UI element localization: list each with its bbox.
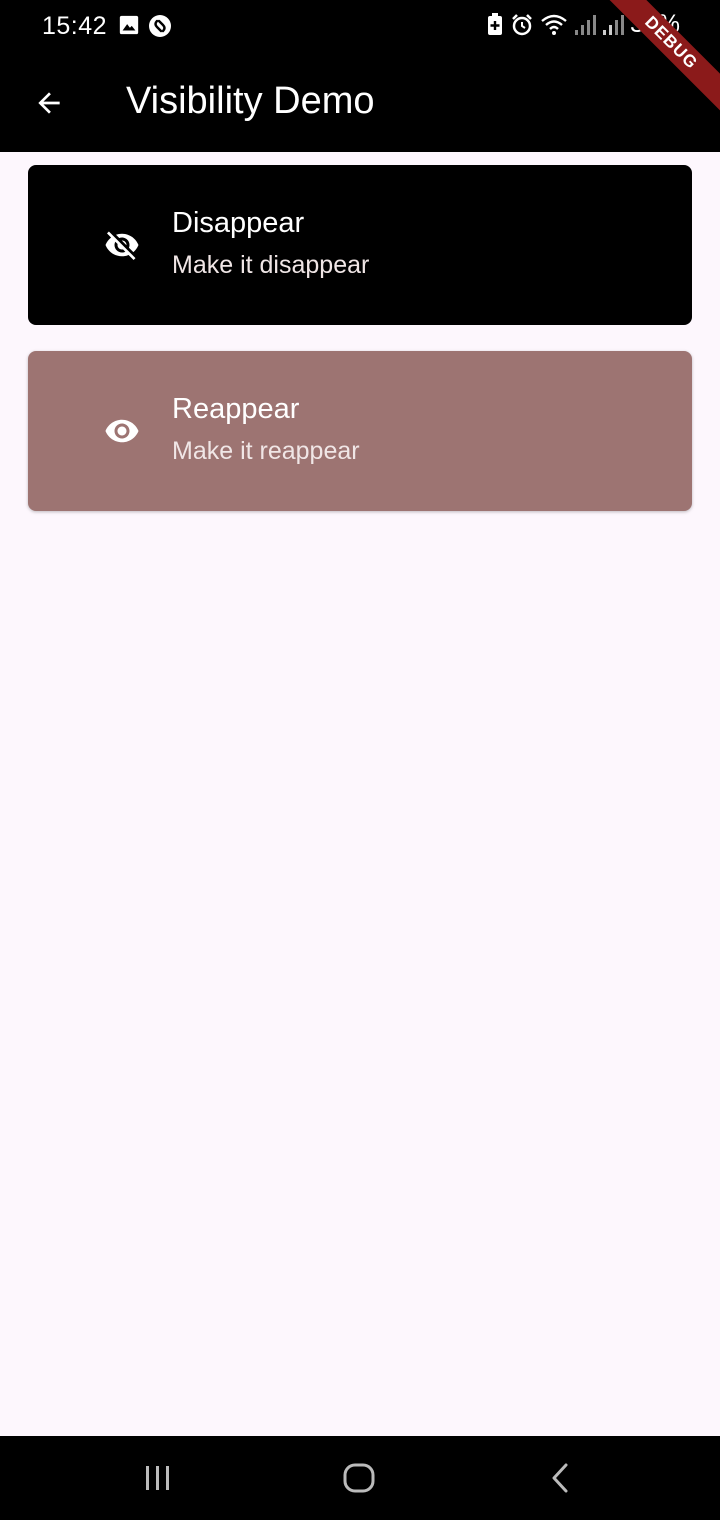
visibility-off-icon [105,231,139,260]
battery-saver-icon [487,12,502,35]
back-icon [552,1463,568,1493]
back-button[interactable] [26,80,72,126]
visibility-icon [105,419,139,443]
status-time: 15:42 [42,12,108,40]
nav-back-button[interactable] [537,1456,585,1500]
recents-icon [146,1466,169,1490]
card-subtitle: Make it reappear [172,437,360,465]
shazam-icon [149,15,171,37]
image-icon [119,15,139,35]
recents-button[interactable] [134,1456,182,1500]
system-navigation-bar [0,1436,720,1520]
battery-percentage: 39% [629,10,680,38]
status-bar: 15:42 39% [0,0,720,54]
home-button[interactable] [335,1456,383,1500]
reappear-card[interactable]: Reappear Make it reappear [28,351,692,511]
wifi-icon [541,14,567,35]
status-system-icons: 39% [486,10,680,39]
alarm-icon [512,13,532,35]
app-bar: Visibility Demo [0,54,720,152]
arrow-back-icon [38,92,60,114]
signal-icon [574,14,596,35]
signal-icon [602,14,624,35]
card-title: Reappear [172,393,300,425]
page-title: Visibility Demo [126,80,375,122]
card-title: Disappear [172,207,305,239]
disappear-card[interactable]: Disappear Make it disappear [28,165,692,325]
card-subtitle: Make it disappear [172,251,370,279]
status-notification-icons [118,14,172,38]
home-icon [343,1463,375,1493]
